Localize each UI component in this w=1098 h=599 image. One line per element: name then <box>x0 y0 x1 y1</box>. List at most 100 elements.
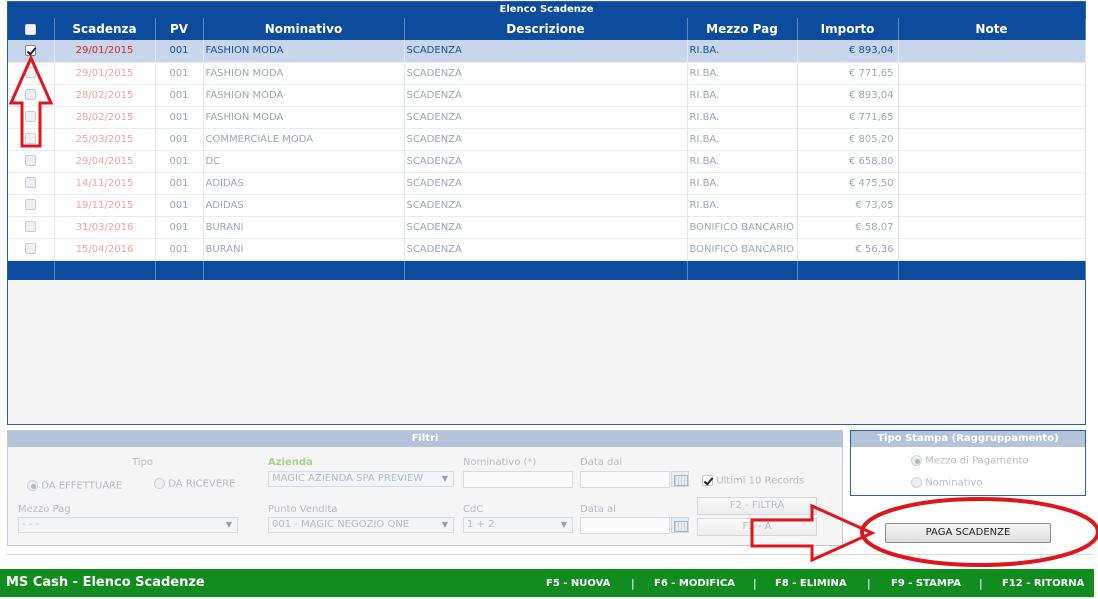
punto-vendita-select-value: 001 - MAGIC NEGOZIO ONE <box>272 519 410 530</box>
row-checkbox-cell[interactable] <box>8 150 55 173</box>
f5-nuova-button[interactable]: F5 - NUOVA <box>546 578 610 589</box>
col-header-nominativo[interactable]: Nominativo <box>203 18 405 40</box>
data-al-input[interactable] <box>580 517 670 534</box>
f12-ritorna-button[interactable]: F12 - RITORNA <box>1002 578 1084 589</box>
paga-scadenze-button[interactable]: PAGA SCADENZE <box>885 523 1051 543</box>
radio-mezzo-pagamento-label: Mezzo di Pagamento <box>925 455 1029 467</box>
table-row[interactable]: 29/04/2015 001 DC SCADENZA RI.BA. € 658,80 <box>8 150 1086 173</box>
cell-scadenza: 15/04/2016 <box>54 238 156 261</box>
bottom-bar: MS Cash - Elenco Scadenze F5 - NUOVA | F… <box>0 569 1094 597</box>
table-row[interactable]: 14/11/2015 001 ADIDAS SCADENZA RI.BA. € 475,5… <box>8 172 1086 195</box>
cell-importo: € 893,04 <box>797 40 899 63</box>
ultimi-10-checkbox[interactable] <box>702 475 713 486</box>
row-checkbox-cell[interactable] <box>8 238 55 261</box>
cdc-select[interactable]: 1 + 2 ▼ <box>463 517 573 533</box>
cell-nominativo: FASHION MODA <box>203 40 405 63</box>
row-checkbox-cell[interactable] <box>8 84 55 107</box>
row-checkbox[interactable] <box>25 199 37 211</box>
cell-importo: € 475,50 <box>797 172 899 195</box>
cell-note <box>898 238 1086 261</box>
row-checkbox-cell[interactable] <box>8 194 55 217</box>
table-row[interactable]: 28/02/2015 001 FASHION MODA SCADENZA RI.BA. €… <box>8 106 1086 129</box>
cell-nominativo: BURANI <box>203 238 405 261</box>
cell-pv: 001 <box>155 62 204 85</box>
cell-nominativo: FASHION MODA <box>203 84 405 107</box>
chevron-down-icon: ▼ <box>441 474 448 483</box>
radio-da-ricevere[interactable]: DA RICEVERE <box>154 478 235 490</box>
ultimi-10-records[interactable]: Ultimi 10 Records <box>702 475 804 487</box>
data-dal-input[interactable] <box>580 471 670 488</box>
row-checkbox[interactable] <box>25 155 37 167</box>
row-checkbox[interactable] <box>25 89 37 101</box>
row-checkbox[interactable] <box>25 67 37 79</box>
cell-nominativo: BURANI <box>203 216 405 239</box>
f9-stampa-button[interactable]: F9 - STAMPA <box>891 578 961 589</box>
row-checkbox[interactable] <box>25 133 37 145</box>
calendar-icon[interactable] <box>671 471 689 487</box>
row-checkbox[interactable] <box>25 243 37 255</box>
radio-nominativo-control[interactable] <box>911 477 922 488</box>
cell-note <box>898 84 1086 107</box>
cell-note <box>898 150 1086 173</box>
f6-modifica-button[interactable]: F6 - MODIFICA <box>654 578 735 589</box>
cell-scadenza: 25/03/2015 <box>54 128 156 151</box>
azienda-select-value: MAGIC AZIENDA SPA PREVIEW <box>272 473 424 484</box>
table-row[interactable]: 19/11/2015 001 ADIDAS SCADENZA RI.BA. € 73,05 <box>8 194 1086 217</box>
table-row[interactable]: 15/04/2016 001 BURANI SCADENZA BONIFICO BANC… <box>8 238 1086 261</box>
row-checkbox-cell[interactable] <box>8 128 55 151</box>
row-checkbox-cell[interactable] <box>8 62 55 85</box>
col-header-pv[interactable]: PV <box>155 18 204 40</box>
radio-da-effettuare-control[interactable] <box>27 480 38 491</box>
select-all-header[interactable] <box>8 18 55 40</box>
cell-scadenza: 29/01/2015 <box>54 40 156 63</box>
cell-scadenza: 19/11/2015 <box>54 194 156 217</box>
row-checkbox-cell[interactable] <box>8 106 55 129</box>
filtri-title: Filtri <box>8 431 842 447</box>
cell-scadenza: 29/04/2015 <box>54 150 156 173</box>
cell-importo: € 771,65 <box>797 62 899 85</box>
select-all-checkbox[interactable] <box>25 24 37 35</box>
row-checkbox-cell[interactable] <box>8 40 55 63</box>
row-checkbox[interactable] <box>25 111 37 123</box>
key-separator: | <box>631 577 635 590</box>
radio-mezzo-pagamento-control[interactable] <box>911 455 922 466</box>
col-header-descrizione[interactable]: Descrizione <box>404 18 688 40</box>
col-header-scadenza[interactable]: Scadenza <box>54 18 156 40</box>
filtra-button[interactable]: F2 - FILTRA <box>697 497 817 515</box>
scadenze-table: Scadenza PV Nominativo Descrizione Mezzo… <box>8 18 1086 280</box>
row-checkbox[interactable] <box>25 221 37 233</box>
f8-elimina-button[interactable]: F8 - ELIMINA <box>775 578 847 589</box>
cell-descrizione: SCADENZA <box>404 84 688 107</box>
row-checkbox[interactable] <box>25 177 37 189</box>
cell-scadenza: 28/02/2015 <box>54 106 156 129</box>
cell-importo: € 56,36 <box>797 238 899 261</box>
cell-descrizione: SCADENZA <box>404 106 688 129</box>
col-header-mezzo-pag[interactable]: Mezzo Pag <box>687 18 798 40</box>
calendar-icon[interactable] <box>671 517 689 533</box>
table-row[interactable]: 31/03/2016 001 BURANI SCADENZA BONIFICO BANC… <box>8 216 1086 239</box>
table-row[interactable]: 29/01/2015 001 FASHION MODA SCADENZA RI.BA. €… <box>8 40 1086 63</box>
row-checkbox-cell[interactable] <box>8 172 55 195</box>
row-checkbox-cell[interactable] <box>8 216 55 239</box>
table-row[interactable]: 25/03/2015 001 COMMERCIALE MODA SCADENZA RI.… <box>8 128 1086 151</box>
row-checkbox[interactable] <box>25 45 37 56</box>
punto-vendita-select[interactable]: 001 - MAGIC NEGOZIO ONE ▼ <box>268 517 454 533</box>
radio-da-ricevere-control[interactable] <box>154 478 165 489</box>
radio-da-effettuare[interactable]: DA EFFETTUARE <box>27 480 122 492</box>
col-header-importo[interactable]: Importo <box>797 18 899 40</box>
table-row[interactable]: 29/01/2015 001 FASHION MODA SCADENZA RI.BA. €… <box>8 62 1086 85</box>
f3-button[interactable]: F3 - A <box>697 518 817 536</box>
table-row[interactable]: 28/02/2015 001 FASHION MODA SCADENZA RI.BA. €… <box>8 84 1086 107</box>
azienda-select[interactable]: MAGIC AZIENDA SPA PREVIEW ▼ <box>268 471 454 487</box>
cell-descrizione: SCADENZA <box>404 216 688 239</box>
radio-nominativo[interactable]: Nominativo <box>911 477 983 489</box>
nominativo-input[interactable] <box>463 471 573 488</box>
mezzo-pag-select[interactable]: - - - ▼ <box>18 517 238 533</box>
cell-mezzo-pag: BONIFICO BANCARIO <box>687 238 798 261</box>
cdc-select-value: 1 + 2 <box>467 519 495 530</box>
radio-mezzo-pagamento[interactable]: Mezzo di Pagamento <box>911 455 1029 467</box>
tipo-label: Tipo <box>132 457 154 468</box>
cell-nominativo: ADIDAS <box>203 194 405 217</box>
col-header-note[interactable]: Note <box>898 18 1086 40</box>
cell-note <box>898 216 1086 239</box>
